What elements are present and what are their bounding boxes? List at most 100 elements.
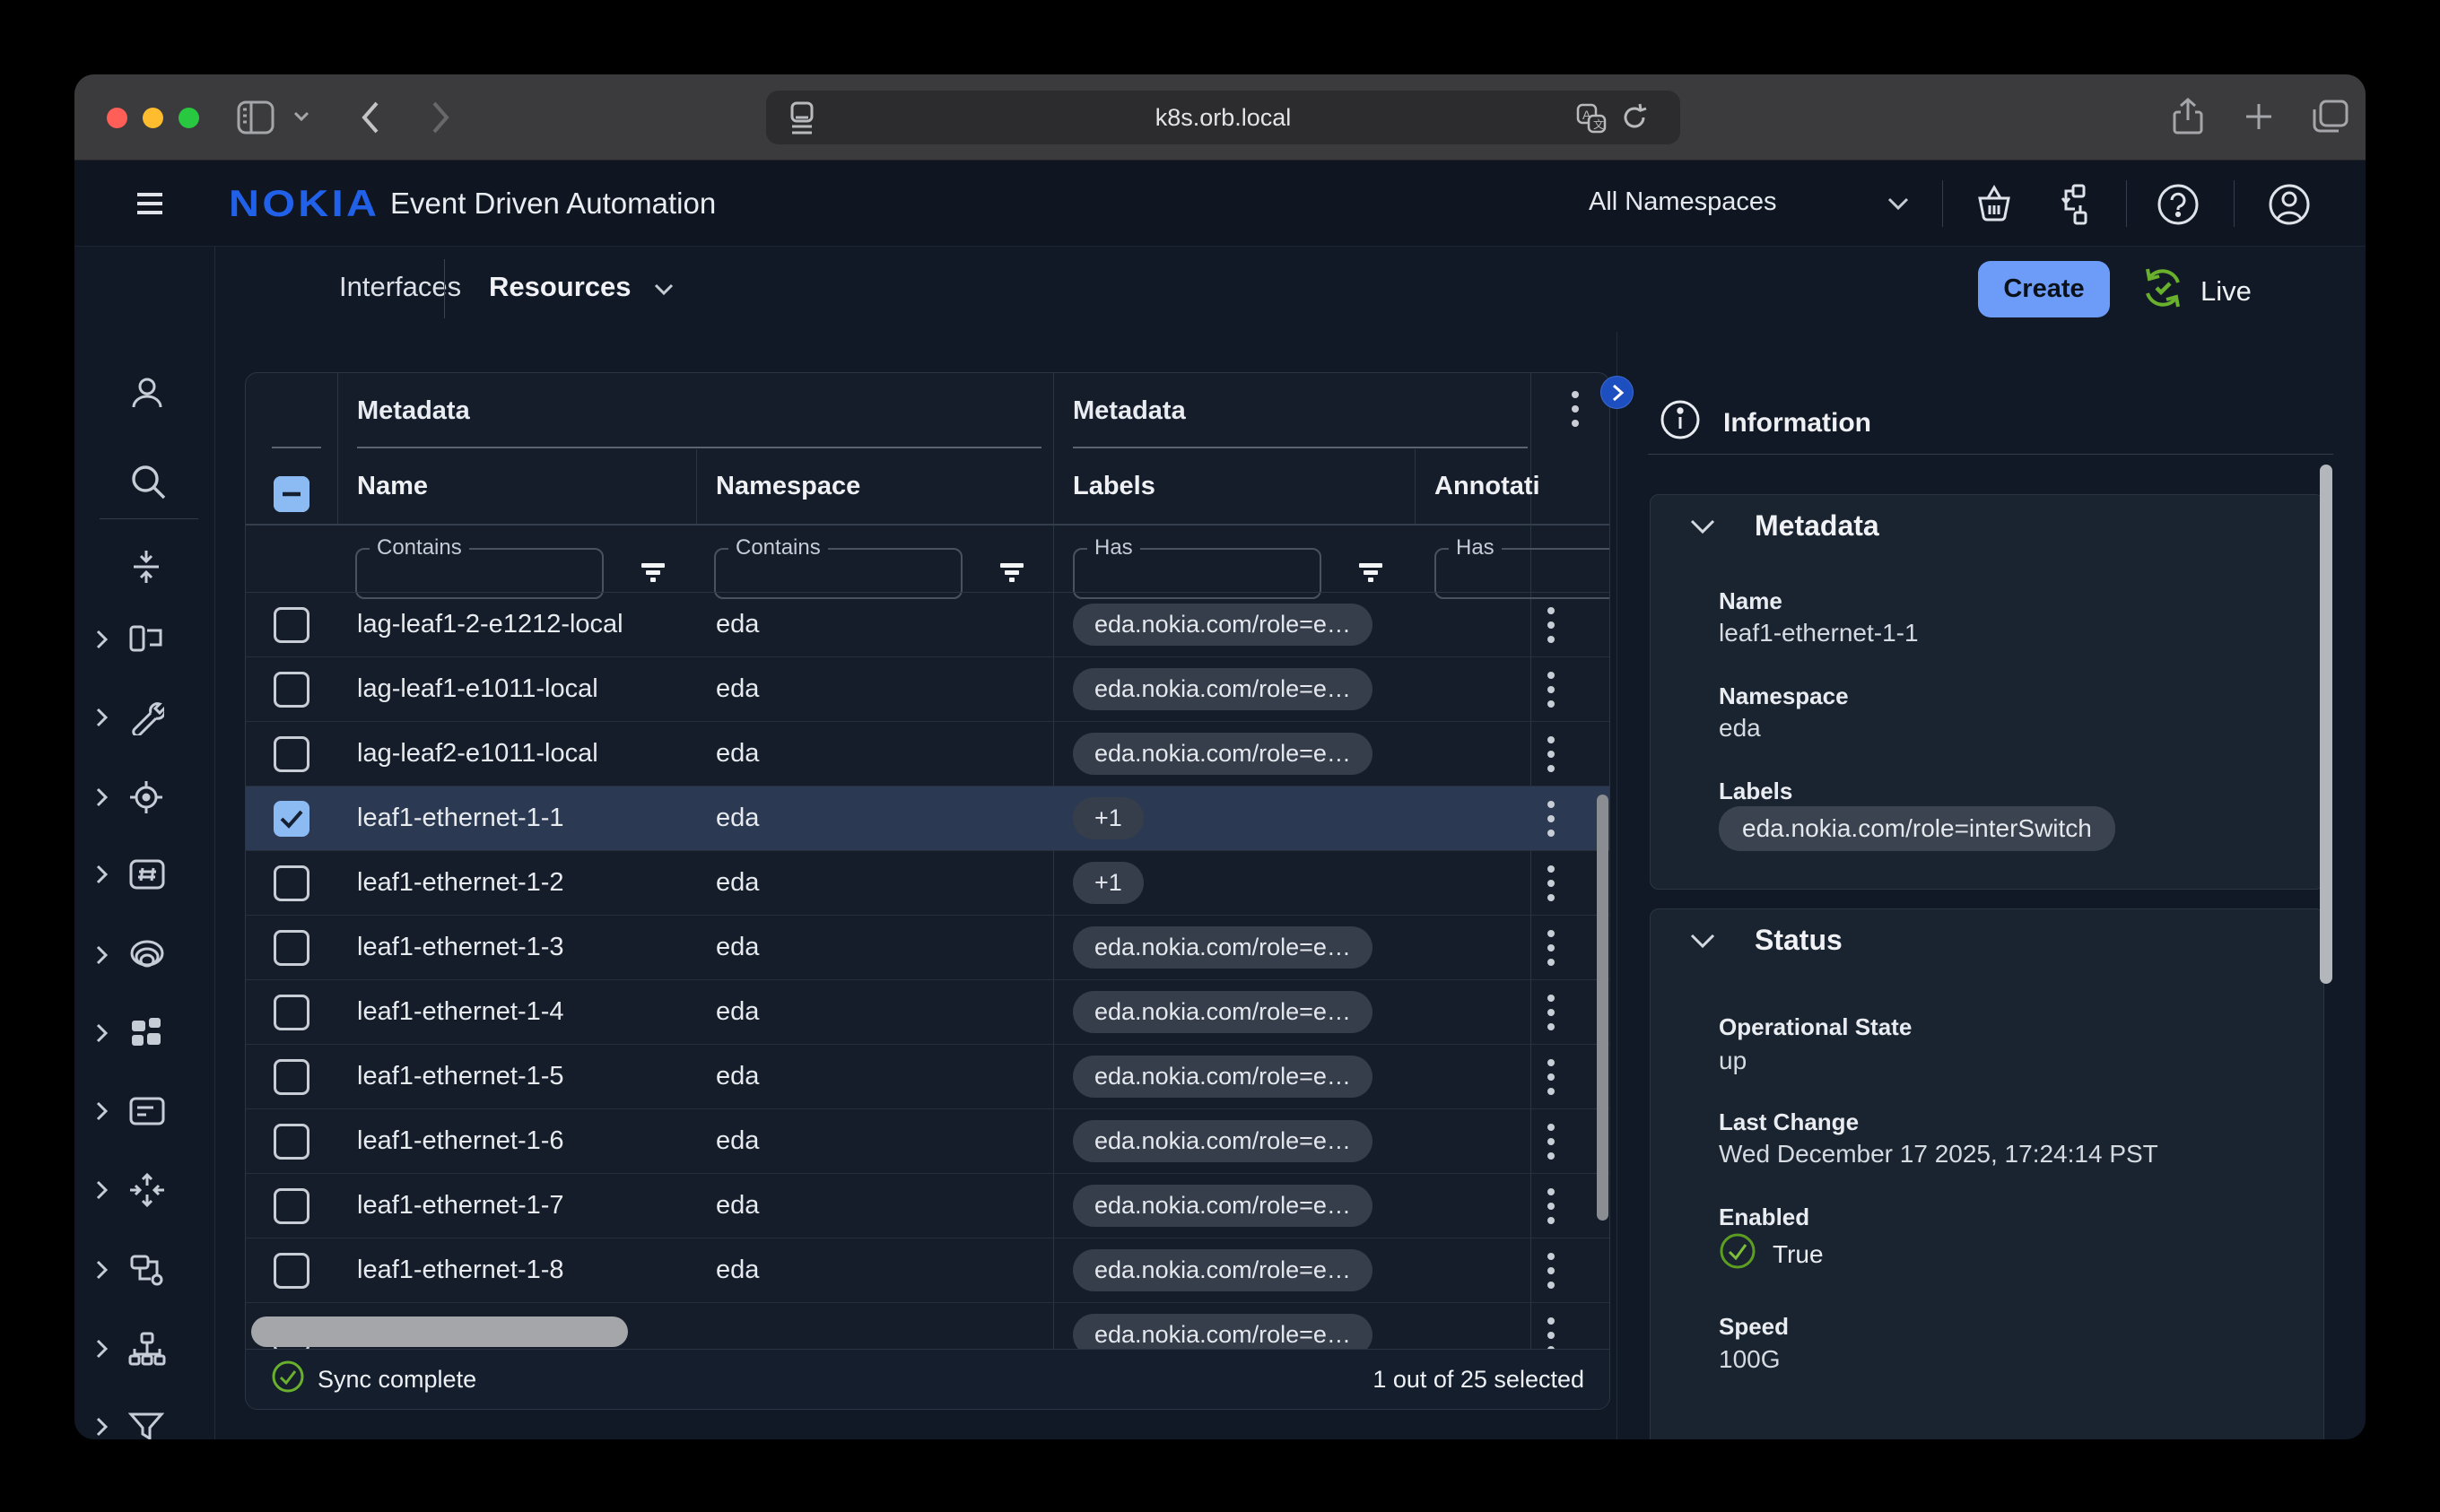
sidebar-item-numbering[interactable] [74, 847, 215, 905]
sidebar-toggle-icon[interactable] [236, 99, 275, 136]
table-row[interactable]: leaf1-ethernet-1-8 eda eda.nokia.com/rol… [246, 1238, 1610, 1303]
table-row[interactable]: leaf1-ethernet-1-6 eda eda.nokia.com/rol… [246, 1109, 1610, 1174]
table-row[interactable]: leaf1-ethernet-1-4 eda eda.nokia.com/rol… [246, 980, 1610, 1045]
label-chip[interactable]: +1 [1073, 797, 1144, 839]
forward-icon[interactable] [430, 100, 451, 135]
column-header-name[interactable]: Name [357, 472, 428, 501]
label-chip[interactable]: +1 [1073, 862, 1144, 904]
table-row[interactable]: leaf1-ethernet-1-7 eda eda.nokia.com/rol… [246, 1174, 1610, 1238]
create-button[interactable]: Create [1978, 261, 2110, 317]
panel-scrollbar[interactable] [2320, 465, 2332, 984]
chevron-down-icon[interactable] [292, 110, 310, 123]
help-icon[interactable] [2156, 182, 2200, 231]
row-menu-button[interactable] [1547, 670, 1556, 714]
label-chip[interactable]: eda.nokia.com/role=e… [1073, 1056, 1372, 1098]
zoom-window-button[interactable] [179, 108, 199, 128]
resources-dropdown[interactable]: Resources [489, 271, 632, 303]
back-icon[interactable] [360, 100, 381, 135]
close-window-button[interactable] [107, 108, 127, 128]
sidebar-item-filters[interactable] [74, 1400, 215, 1439]
label-chip[interactable]: eda.nokia.com/role=e… [1073, 1185, 1372, 1227]
sidebar-item-workflows[interactable] [74, 1243, 215, 1300]
address-bar[interactable]: k8s.orb.local A文 [766, 91, 1680, 144]
label-chip[interactable]: eda.nokia.com/role=e… [1073, 991, 1372, 1033]
row-menu-button[interactable] [1547, 1057, 1556, 1101]
column-header-namespace[interactable]: Namespace [716, 472, 860, 501]
sidebar-item-notes[interactable] [74, 1084, 215, 1142]
chevron-down-icon[interactable] [653, 282, 675, 300]
row-menu-button[interactable] [1547, 1186, 1556, 1230]
row-menu-button[interactable] [1547, 928, 1556, 972]
sidebar-item-traffic[interactable] [74, 1163, 215, 1221]
share-icon[interactable] [2172, 97, 2204, 136]
row-menu-button[interactable] [1547, 864, 1556, 908]
marketplace-basket-icon[interactable] [1973, 182, 2016, 230]
column-header-labels[interactable]: Labels [1073, 472, 1155, 501]
label-chip[interactable]: eda.nokia.com/role=e… [1073, 668, 1372, 710]
label-chip[interactable]: eda.nokia.com/role=interSwitch [1719, 806, 2115, 851]
user-account-icon[interactable] [2267, 182, 2312, 231]
translate-icon[interactable]: A文 [1576, 103, 1607, 134]
sidebar-item-devices[interactable] [74, 613, 215, 670]
table-row[interactable]: leaf1-ethernet-1-5 eda eda.nokia.com/rol… [246, 1045, 1610, 1109]
table-row[interactable]: lag-leaf1-2-e1212-local eda eda.nokia.co… [246, 593, 1610, 657]
sidebar-item-user[interactable] [74, 367, 215, 424]
row-checkbox[interactable] [274, 930, 309, 966]
sidebar-item-tools[interactable] [74, 691, 215, 748]
row-checkbox[interactable] [274, 672, 309, 708]
sidebar-item-apps[interactable] [74, 1006, 215, 1064]
row-checkbox[interactable] [274, 865, 309, 901]
label-chip[interactable]: eda.nokia.com/role=e… [1073, 733, 1372, 775]
label-chip[interactable]: eda.nokia.com/role=e… [1073, 1120, 1372, 1162]
row-checkbox-checked[interactable] [274, 801, 309, 837]
metadata-card-header[interactable]: Metadata [1688, 509, 1879, 543]
sidebar-item-overlays[interactable] [74, 928, 215, 986]
new-tab-icon[interactable] [2244, 101, 2274, 132]
label-chip[interactable]: eda.nokia.com/role=e… [1073, 604, 1372, 646]
label-chip[interactable]: eda.nokia.com/role=e… [1073, 1314, 1372, 1351]
label-chip[interactable]: eda.nokia.com/role=e… [1073, 926, 1372, 969]
row-menu-button[interactable] [1547, 993, 1556, 1037]
row-checkbox[interactable] [274, 1253, 309, 1289]
row-menu-button[interactable] [1547, 1122, 1556, 1166]
reload-icon[interactable] [1619, 102, 1650, 133]
column-header-annotations[interactable]: Annotati [1434, 472, 1540, 501]
row-menu-button[interactable] [1547, 1251, 1556, 1295]
row-menu-button[interactable] [1547, 799, 1556, 843]
table-row-selected[interactable]: leaf1-ethernet-1-1 eda +1 [246, 786, 1610, 851]
sidebar-item-collapse[interactable] [74, 540, 215, 597]
tab-overview-icon[interactable] [2312, 99, 2349, 135]
table-row[interactable]: leaf1-ethernet-1-2 eda +1 [246, 851, 1610, 916]
row-menu-button[interactable] [1547, 1316, 1556, 1351]
select-all-checkbox-indeterminate[interactable] [274, 476, 309, 512]
table-menu-button[interactable] [1571, 389, 1580, 433]
panel-collapse-button[interactable] [1600, 376, 1634, 409]
row-checkbox[interactable] [274, 1059, 309, 1095]
row-checkbox[interactable] [274, 607, 309, 643]
row-checkbox[interactable] [274, 1188, 309, 1224]
chevron-down-icon[interactable] [1887, 196, 1910, 215]
table-row[interactable]: lag-leaf2-e1011-local eda eda.nokia.com/… [246, 722, 1610, 786]
transactions-flow-icon[interactable] [2048, 182, 2093, 231]
minimize-window-button[interactable] [143, 108, 163, 128]
filter-icon[interactable] [1357, 560, 1384, 589]
row-menu-button[interactable] [1547, 605, 1556, 649]
table-row[interactable]: leaf1-ethernet-1-3 eda eda.nokia.com/rol… [246, 916, 1610, 980]
row-checkbox[interactable] [274, 1124, 309, 1160]
vertical-scrollbar[interactable] [1597, 795, 1608, 1221]
sidebar-item-topology[interactable] [74, 1322, 215, 1379]
row-checkbox[interactable] [274, 736, 309, 772]
filter-icon[interactable] [640, 560, 667, 589]
row-checkbox[interactable] [274, 995, 309, 1030]
table-row[interactable]: lag-leaf1-e1011-local eda eda.nokia.com/… [246, 657, 1610, 722]
sidebar-item-targets[interactable] [74, 770, 215, 828]
status-card-header[interactable]: Status [1688, 924, 1843, 957]
hamburger-menu-icon[interactable] [132, 186, 168, 226]
label-chip[interactable]: eda.nokia.com/role=e… [1073, 1249, 1372, 1291]
horizontal-scrollbar[interactable] [251, 1316, 628, 1347]
chevron-down-icon[interactable] [2364, 274, 2366, 294]
filter-icon[interactable] [998, 560, 1025, 589]
namespace-selector[interactable]: All Namespaces [1589, 187, 1777, 217]
sidebar-item-search[interactable] [74, 455, 215, 512]
tab-interfaces[interactable]: Interfaces [339, 271, 461, 303]
